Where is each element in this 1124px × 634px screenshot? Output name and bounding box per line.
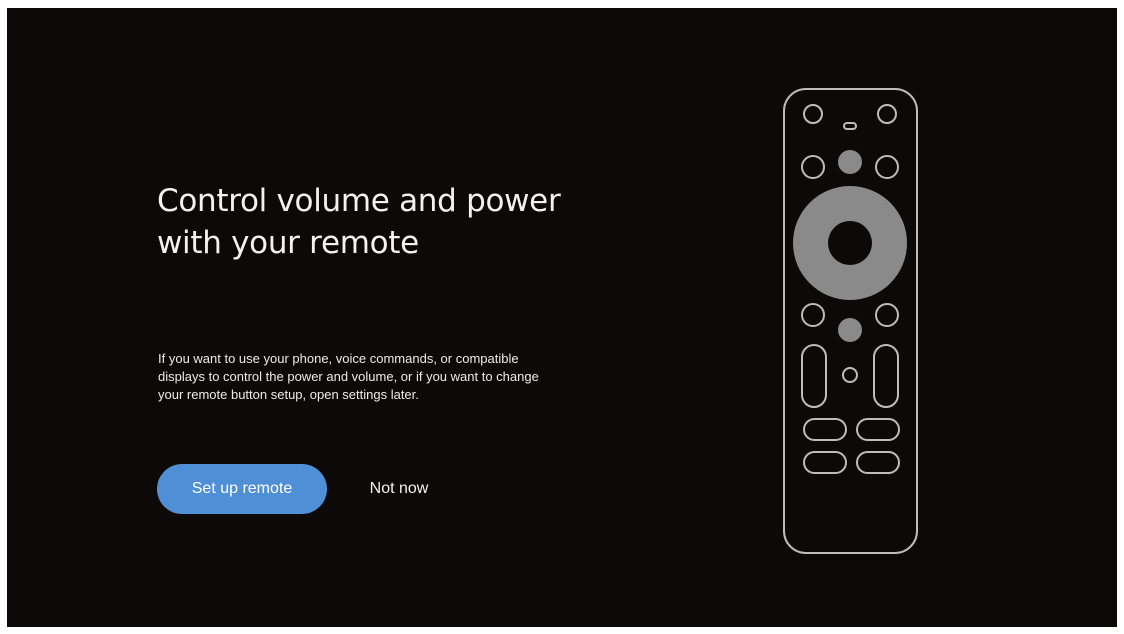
remote-channel-rocker-icon [873,344,899,408]
not-now-button[interactable]: Not now [349,464,449,514]
remote-home-button-icon [875,155,899,179]
remote-mic-button-icon [838,318,862,342]
remote-app-button-4-icon [856,451,900,474]
page-title: Control volume and power with your remot… [157,183,561,261]
remote-app-button-3-icon [803,451,847,474]
remote-left-button-icon [801,303,825,327]
remote-app-button-1-icon [803,418,847,441]
remote-illustration [783,88,918,554]
set-up-remote-button[interactable]: Set up remote [157,464,327,514]
remote-app-button-2-icon [856,418,900,441]
remote-back-button-icon [801,155,825,179]
remote-dpad-center-icon [828,221,872,265]
remote-top-right-button-icon [877,104,897,124]
remote-volume-rocker-icon [801,344,827,408]
remote-top-left-button-icon [803,104,823,124]
page-description: If you want to use your phone, voice com… [158,351,539,402]
remote-assistant-button-icon [838,150,862,174]
remote-indicator-light-icon [843,122,857,130]
remote-right-button-icon [875,303,899,327]
remote-setup-screen: Control volume and power with your remot… [7,8,1117,627]
remote-mute-button-icon [842,367,858,383]
